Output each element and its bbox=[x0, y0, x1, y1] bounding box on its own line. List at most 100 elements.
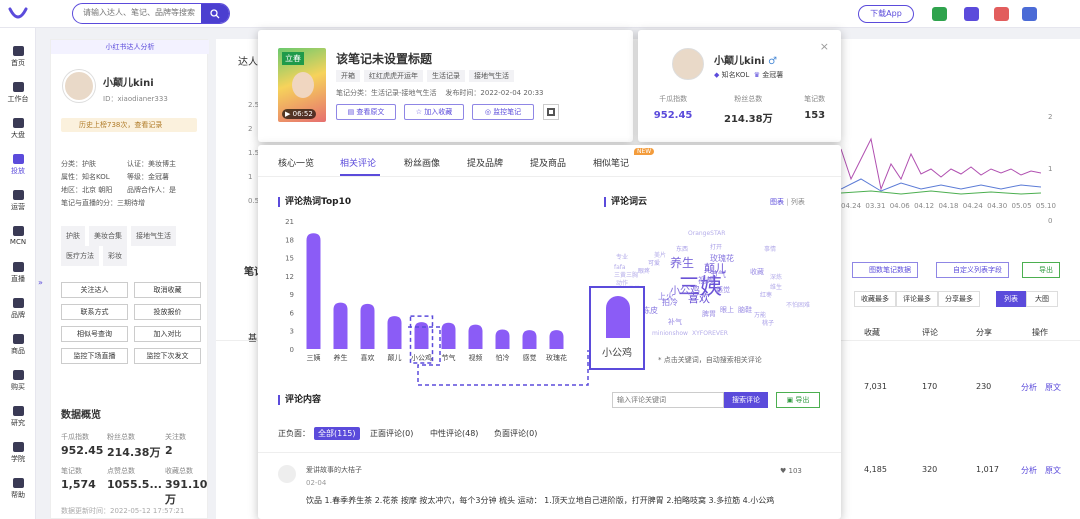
view-original-button[interactable]: ▤ 查看原文 bbox=[336, 104, 396, 120]
filter-negative[interactable]: 负面评论(0) bbox=[494, 428, 537, 439]
cloud-word[interactable]: 补气 bbox=[668, 319, 682, 326]
cloud-word[interactable]: fafa bbox=[614, 265, 626, 271]
bar-颠儿[interactable] bbox=[387, 316, 402, 349]
cloud-word[interactable]: 维生 bbox=[770, 285, 782, 291]
nav-operation[interactable]: 运营 bbox=[0, 186, 36, 216]
qrcode-icon[interactable] bbox=[543, 104, 559, 120]
monitor-note-button[interactable]: ◎ 监控笔记 bbox=[472, 104, 534, 120]
export-button[interactable]: 导出 bbox=[1022, 262, 1060, 278]
cloud-word[interactable]: 眼上 bbox=[720, 307, 734, 314]
cloud-word[interactable]: 拍冷 bbox=[662, 299, 678, 307]
cloud-word[interactable]: 眼疼 bbox=[638, 269, 650, 275]
cloud-word[interactable]: 收藏 bbox=[750, 269, 764, 276]
cloud-word[interactable]: 玫瑰花 bbox=[710, 255, 734, 263]
comment-search-button[interactable]: 搜索评论 bbox=[724, 392, 768, 408]
tab-overview[interactable]: 核心一览 bbox=[278, 156, 314, 169]
cloud-word[interactable]: XYFOREVER bbox=[692, 331, 728, 337]
cloud-word[interactable]: 感觉 bbox=[716, 287, 730, 294]
collapse-arrow-icon[interactable]: » bbox=[38, 278, 43, 287]
cloud-word[interactable]: 喜欢 bbox=[688, 293, 710, 304]
brand-icon bbox=[12, 298, 24, 308]
gift-icon[interactable] bbox=[932, 7, 947, 21]
comment-export-button[interactable]: ▣ 导出 bbox=[776, 392, 820, 408]
nav-delivery[interactable]: 投放 bbox=[0, 150, 36, 180]
nav-academy[interactable]: 学院 bbox=[0, 438, 36, 468]
calendar-icon[interactable] bbox=[994, 7, 1009, 21]
nav-workbench[interactable]: 工作台 bbox=[0, 78, 36, 108]
note-thumbnail[interactable]: 立春 ▶ 06:52 bbox=[278, 48, 326, 122]
download-app-button[interactable]: 下载App bbox=[858, 5, 914, 23]
custom-fields-button[interactable]: 自定义列表字段 bbox=[936, 262, 1009, 278]
cloud-word[interactable]: OrangeSTAR bbox=[688, 231, 725, 237]
mcn-icon bbox=[12, 226, 24, 236]
profile-id: ID：xiaodianer333 bbox=[103, 95, 168, 103]
history-rank-link[interactable]: 历史上榜738次，查看记录 bbox=[61, 118, 197, 132]
chart-notes-button[interactable]: 图数笔记数据 bbox=[852, 262, 918, 278]
follow-button[interactable]: 关注达人 bbox=[61, 282, 128, 298]
bar-喜欢[interactable] bbox=[360, 303, 375, 349]
cloud-word[interactable]: 可爱 bbox=[648, 261, 660, 267]
x-tick-label: 养生 bbox=[334, 353, 348, 362]
cloud-word[interactable]: 深炼 bbox=[770, 275, 782, 281]
search-button[interactable] bbox=[201, 4, 229, 23]
cloud-chart-view[interactable]: 图表 bbox=[770, 198, 784, 206]
bar-养生[interactable] bbox=[333, 302, 348, 349]
unfavorite-button[interactable]: 取消收藏 bbox=[134, 282, 201, 298]
monitor-post-button[interactable]: 监控下次发文 bbox=[134, 348, 201, 364]
monitor-live-button[interactable]: 监控下场直播 bbox=[61, 348, 128, 364]
compare-button[interactable]: 加入对比 bbox=[134, 326, 201, 342]
search-icon bbox=[210, 8, 220, 18]
search-input[interactable] bbox=[83, 8, 201, 17]
nav-help[interactable]: 帮助 bbox=[0, 474, 36, 504]
tab-similar[interactable]: 相似笔记 bbox=[593, 156, 629, 169]
cloud-hint: * 点击关键词，自动搜索相关评论 bbox=[658, 356, 762, 364]
contact-button[interactable]: 联系方式 bbox=[61, 304, 128, 320]
cloud-word[interactable]: minionshow bbox=[652, 331, 688, 337]
update-time: 数据更新时间：2022-05-12 17:57:21 bbox=[61, 507, 185, 515]
nav-purchase[interactable]: 购买 bbox=[0, 366, 36, 396]
tab-fans[interactable]: 粉丝画像 bbox=[404, 156, 440, 169]
nav-research[interactable]: 研究 bbox=[0, 402, 36, 432]
nav-goods[interactable]: 商品 bbox=[0, 330, 36, 360]
price-button[interactable]: 投放报价 bbox=[134, 304, 201, 320]
tab-brands[interactable]: 提及品牌 bbox=[467, 156, 503, 169]
filter-all[interactable]: 全部(115) bbox=[314, 427, 360, 440]
cloud-word[interactable]: 节气 bbox=[710, 271, 726, 279]
comment-search-input[interactable] bbox=[617, 396, 717, 404]
cloud-word[interactable]: 脾胃 bbox=[702, 311, 716, 318]
logo-icon[interactable] bbox=[8, 5, 28, 23]
filter-positive[interactable]: 正面评论(0) bbox=[370, 428, 413, 439]
cloud-word[interactable]: 不怕困难 bbox=[786, 303, 810, 309]
cloud-word[interactable]: 打开 bbox=[710, 245, 722, 251]
user-icon[interactable] bbox=[964, 7, 979, 21]
filter-neutral[interactable]: 中性评论(48) bbox=[430, 428, 478, 439]
cloud-word[interactable]: 万能 bbox=[754, 313, 766, 319]
cloud-word[interactable]: 专业 bbox=[616, 255, 628, 261]
y-tick-label: 12 bbox=[285, 273, 294, 281]
cloud-word[interactable]: 东西 bbox=[676, 247, 688, 253]
cloud-word[interactable]: 事情 bbox=[764, 247, 776, 253]
cloud-word[interactable]: 桃子 bbox=[762, 321, 774, 327]
nav-brand[interactable]: 品牌 bbox=[0, 294, 36, 324]
y-tick-label: 6 bbox=[290, 309, 295, 317]
comment-likes: ♥ 103 bbox=[780, 467, 802, 475]
nav-mcn[interactable]: MCN bbox=[0, 222, 36, 252]
bar-三姨[interactable] bbox=[306, 233, 321, 349]
tab-comments[interactable]: 相关评论 bbox=[340, 156, 376, 169]
cloud-list-view[interactable]: 列表 bbox=[791, 198, 805, 206]
cloud-word[interactable]: 三黄三胸 bbox=[614, 273, 638, 279]
nav-live[interactable]: 直播 bbox=[0, 258, 36, 288]
message-icon[interactable] bbox=[1022, 7, 1037, 21]
tab-goods[interactable]: 提及商品 bbox=[530, 156, 566, 169]
nav-home[interactable]: 首页 bbox=[0, 42, 36, 72]
add-favorite-button[interactable]: ☆ 加入收藏 bbox=[404, 104, 464, 120]
avatar bbox=[63, 70, 95, 102]
cloud-word[interactable]: 脑鞋 bbox=[738, 307, 752, 314]
cloud-word[interactable]: 美片 bbox=[654, 253, 666, 259]
cloud-word[interactable]: 红枣 bbox=[760, 293, 772, 299]
cloud-word[interactable]: 养生 bbox=[670, 257, 694, 269]
new-badge: NEW bbox=[634, 148, 655, 155]
nav-market[interactable]: 大盘 bbox=[0, 114, 36, 144]
close-icon[interactable]: × bbox=[820, 40, 829, 53]
similar-button[interactable]: 相似号查询 bbox=[61, 326, 128, 342]
